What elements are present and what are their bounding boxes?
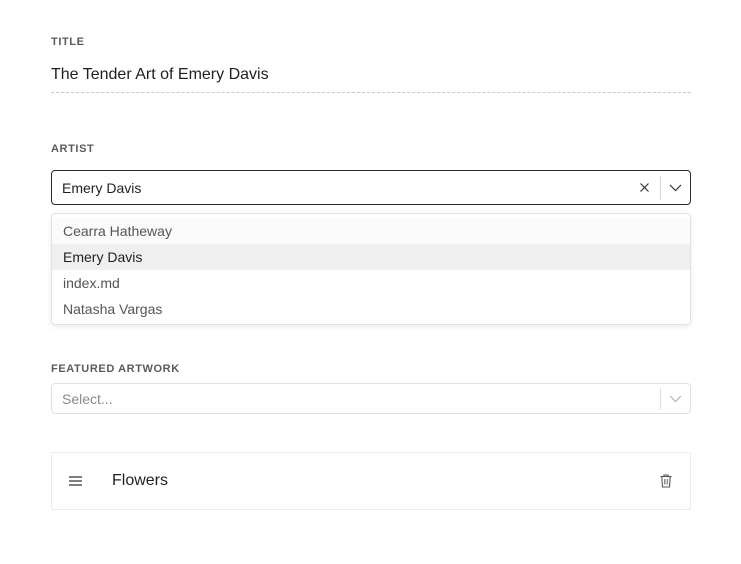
artist-dropdown-menu: Cearra Hatheway Emery Davis index.md Nat… bbox=[51, 213, 691, 325]
menu-option-natasha-vargas[interactable]: Natasha Vargas bbox=[52, 296, 690, 322]
list-item: Flowers bbox=[51, 452, 691, 510]
featured-artwork-select[interactable]: Select... bbox=[51, 383, 691, 414]
drag-handle-icon[interactable] bbox=[63, 469, 87, 493]
editor-form: TITLE ARTIST Emery Davis Cearra Hatheway… bbox=[0, 0, 741, 564]
list-item-label: Flowers bbox=[112, 472, 169, 489]
chevron-down-icon[interactable] bbox=[661, 384, 690, 413]
artist-label: ARTIST bbox=[51, 143, 95, 155]
menu-option-cearra-hatheway[interactable]: Cearra Hatheway bbox=[52, 218, 690, 244]
trash-icon[interactable] bbox=[654, 469, 678, 493]
artist-select[interactable]: Emery Davis bbox=[51, 170, 691, 205]
title-label: TITLE bbox=[51, 36, 85, 48]
chevron-down-icon[interactable] bbox=[661, 171, 690, 204]
featured-artwork-label: FEATURED ARTWORK bbox=[51, 363, 180, 375]
artist-select-value: Emery Davis bbox=[62, 179, 142, 196]
title-input[interactable] bbox=[51, 58, 691, 93]
menu-option-emery-davis[interactable]: Emery Davis bbox=[52, 244, 690, 270]
featured-artwork-placeholder: Select... bbox=[62, 390, 113, 407]
menu-option-index-md[interactable]: index.md bbox=[52, 270, 690, 296]
close-icon[interactable] bbox=[632, 176, 656, 200]
